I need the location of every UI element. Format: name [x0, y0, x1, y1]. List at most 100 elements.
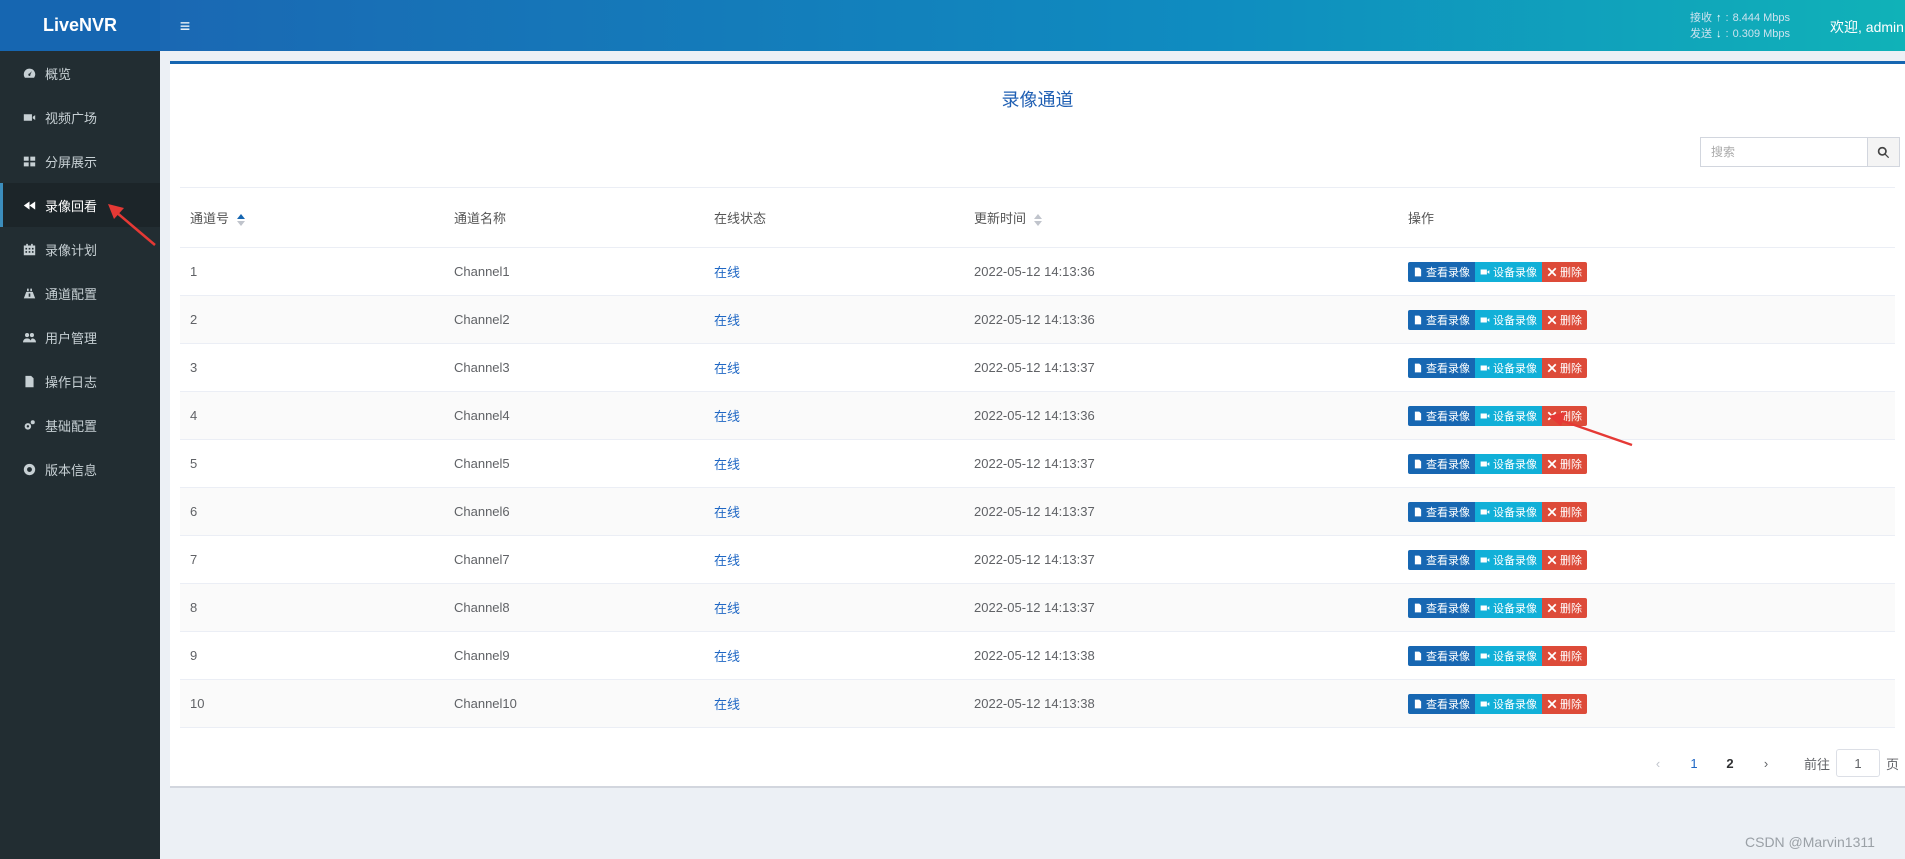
goto-page-input[interactable]	[1836, 749, 1881, 777]
view-record-button[interactable]: 查看录像	[1408, 549, 1475, 570]
prev-page-button[interactable]: ‹	[1640, 749, 1676, 777]
status-link[interactable]: 在线	[714, 649, 740, 664]
top-header: LiveNVR ≡ 接收 ↑ : 8.444 Mbps 发送 ↓ : 0.309…	[0, 0, 1905, 51]
video-camera-icon	[1480, 269, 1490, 274]
page-1-button[interactable]: 1	[1676, 749, 1712, 777]
status-link[interactable]: 在线	[714, 265, 740, 280]
column-header-update-time[interactable]: 更新时间	[964, 187, 1398, 248]
sidebar-item-operation-log[interactable]: 操作日志	[0, 359, 160, 403]
delete-button[interactable]: 删除	[1542, 405, 1587, 426]
close-icon	[1547, 315, 1557, 324]
status-link[interactable]: 在线	[714, 409, 740, 424]
close-icon	[1547, 651, 1557, 660]
send-rate: 0.309 Mbps	[1732, 28, 1791, 40]
status-link[interactable]: 在线	[714, 601, 740, 616]
sidebar-item-label: 用户管理	[45, 330, 98, 346]
sidebar-item-video-square[interactable]: 视频广场	[0, 95, 160, 139]
sidebar-item-version-info[interactable]: 版本信息	[0, 447, 160, 491]
sidebar-item-record-plan[interactable]: 录像计划	[0, 227, 160, 271]
sidebar-item-basic-config[interactable]: 基础配置	[0, 403, 160, 447]
delete-button[interactable]: 删除	[1542, 309, 1587, 330]
device-record-button[interactable]: 设备录像	[1475, 549, 1542, 570]
delete-button[interactable]: 删除	[1542, 357, 1587, 378]
search-input[interactable]	[1700, 137, 1868, 167]
sidebar-item-overview[interactable]: 概览	[0, 51, 160, 95]
delete-button[interactable]: 删除	[1542, 501, 1587, 522]
column-header-actions: 操作	[1398, 187, 1895, 248]
sort-icon[interactable]	[236, 213, 245, 226]
page-2-button[interactable]: 2	[1712, 749, 1748, 777]
view-record-button[interactable]: 查看录像	[1408, 453, 1475, 474]
sidebar-item-label: 分屏展示	[45, 154, 98, 170]
next-page-button[interactable]: ›	[1748, 749, 1784, 777]
file-icon	[1414, 555, 1422, 564]
table-row: 7 Channel7 在线 2022-05-12 14:13:37 查看录像 设备录像 删除	[180, 535, 1895, 584]
file-icon	[1414, 507, 1422, 516]
cell-channel-name: Channel7	[444, 535, 704, 584]
delete-button[interactable]: 删除	[1542, 453, 1587, 474]
view-record-button[interactable]: 查看录像	[1408, 645, 1475, 666]
delete-button[interactable]: 删除	[1542, 645, 1587, 666]
calendar-icon	[21, 241, 37, 257]
cell-status: 在线	[704, 535, 964, 584]
table-row: 3 Channel3 在线 2022-05-12 14:13:37 查看录像 设备录像 删除	[180, 343, 1895, 392]
status-link[interactable]: 在线	[714, 697, 740, 712]
lifebuoy-icon	[21, 461, 37, 477]
status-link[interactable]: 在线	[714, 457, 740, 472]
sidebar-item-label: 操作日志	[45, 374, 98, 390]
view-record-button[interactable]: 查看录像	[1408, 597, 1475, 618]
file-icon	[1414, 651, 1422, 660]
view-record-button[interactable]: 查看录像	[1408, 501, 1475, 522]
sidebar-item-playback[interactable]: 录像回看	[0, 183, 160, 227]
search-icon	[1877, 146, 1890, 158]
device-record-button[interactable]: 设备录像	[1475, 693, 1542, 714]
device-record-button[interactable]: 设备录像	[1475, 261, 1542, 282]
status-link[interactable]: 在线	[714, 505, 740, 520]
device-record-button[interactable]: 设备录像	[1475, 645, 1542, 666]
file-icon	[1414, 315, 1422, 324]
search-button[interactable]	[1868, 137, 1900, 167]
view-record-button[interactable]: 查看录像	[1408, 309, 1475, 330]
watermark: CSDN @Marvin1311	[1745, 834, 1875, 850]
status-link[interactable]: 在线	[714, 553, 740, 568]
video-camera-icon	[1480, 605, 1490, 610]
status-link[interactable]: 在线	[714, 361, 740, 376]
device-record-button[interactable]: 设备录像	[1475, 597, 1542, 618]
video-camera-icon	[1480, 509, 1490, 514]
view-record-button[interactable]: 查看录像	[1408, 693, 1475, 714]
delete-button[interactable]: 删除	[1542, 597, 1587, 618]
column-header-channel-id[interactable]: 通道号	[180, 187, 444, 248]
device-record-button[interactable]: 设备录像	[1475, 357, 1542, 378]
sidebar-item-user-management[interactable]: 用户管理	[0, 315, 160, 359]
sidebar-item-split-screen[interactable]: 分屏展示	[0, 139, 160, 183]
cell-channel-name: Channel10	[444, 679, 704, 728]
status-link[interactable]: 在线	[714, 313, 740, 328]
device-record-button[interactable]: 设备录像	[1475, 309, 1542, 330]
dashboard-icon	[21, 65, 37, 81]
cell-channel-id: 6	[180, 487, 444, 536]
user-menu[interactable]: 欢迎, admin	[1830, 17, 1904, 37]
delete-button[interactable]: 删除	[1542, 693, 1587, 714]
device-record-button[interactable]: 设备录像	[1475, 405, 1542, 426]
view-record-button[interactable]: 查看录像	[1408, 405, 1475, 426]
sort-icon[interactable]	[1033, 213, 1042, 226]
device-record-button[interactable]: 设备录像	[1475, 453, 1542, 474]
table-row: 4 Channel4 在线 2022-05-12 14:13:36 查看录像 设备录像 删除	[180, 391, 1895, 440]
device-record-button[interactable]: 设备录像	[1475, 501, 1542, 522]
table-row: 5 Channel5 在线 2022-05-12 14:13:37 查看录像 设备录像 删除	[180, 439, 1895, 488]
view-record-button[interactable]: 查看录像	[1408, 261, 1475, 282]
delete-button[interactable]: 删除	[1542, 261, 1587, 282]
cell-channel-name: Channel9	[444, 631, 704, 680]
hamburger-icon[interactable]: ≡	[174, 15, 196, 37]
cell-channel-id: 4	[180, 391, 444, 440]
delete-button[interactable]: 删除	[1542, 549, 1587, 570]
page-title: 录像通道	[1001, 90, 1074, 110]
users-icon	[21, 329, 37, 345]
view-record-button[interactable]: 查看录像	[1408, 357, 1475, 378]
cell-actions: 查看录像 设备录像 删除	[1398, 391, 1895, 440]
cell-channel-id: 2	[180, 295, 444, 344]
close-icon	[1547, 267, 1557, 276]
sidebar-item-channel-config[interactable]: 通道配置	[0, 271, 160, 315]
app-logo[interactable]: LiveNVR	[0, 0, 160, 51]
navbar: ≡ 接收 ↑ : 8.444 Mbps 发送 ↓ : 0.309 Mbps 欢迎…	[160, 0, 1905, 51]
